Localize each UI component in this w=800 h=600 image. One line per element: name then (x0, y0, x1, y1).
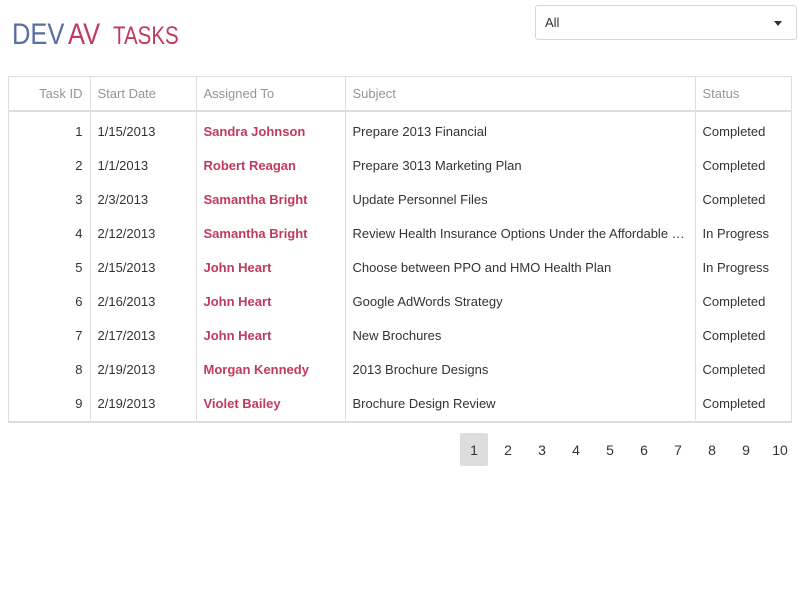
assigned-to-cell: John Heart (196, 318, 346, 352)
assigned-to-cell: Violet Bailey (196, 386, 346, 420)
table-row[interactable]: 3 2/3/2013 Samantha Bright Update Personnel… (9, 182, 791, 216)
column-header-status[interactable]: Status (695, 77, 791, 112)
table-row[interactable]: 2 1/1/2013 Robert Reagan Prepare 3013 Marke… (9, 148, 791, 182)
column-header-task-id[interactable]: Task ID (9, 77, 91, 112)
status-cell: Completed (702, 293, 766, 309)
table-row[interactable]: 5 2/15/2013 John Heart Choose between PPO a… (9, 250, 791, 284)
page-button[interactable]: 7 (664, 433, 692, 466)
page-button[interactable]: 3 (528, 433, 556, 466)
task-id-cell: 3 (9, 182, 91, 216)
start-date-cell: 2/16/2013 (90, 284, 197, 318)
task-id-cell: 5 (9, 250, 91, 284)
subject-cell: Review Health Insurance Options Under th… (345, 216, 696, 250)
column-header-start-date[interactable]: Start Date (90, 77, 197, 112)
task-id-cell: 2 (9, 148, 91, 182)
start-date-cell: 2/12/2013 (90, 216, 197, 250)
status-cell: Completed (702, 395, 766, 411)
task-id-cell: 4 (9, 216, 91, 250)
table-row[interactable]: 1 1/15/2013 Sandra Johnson Prepare 2013 Fin… (9, 111, 791, 148)
subject-cell: Google AdWords Strategy (345, 284, 696, 318)
assigned-to-cell: Samantha Bright (196, 182, 346, 216)
subject-cell: Prepare 3013 Marketing Plan (345, 148, 696, 182)
subject-cell: Update Personnel Files (345, 182, 696, 216)
table-row[interactable]: 6 2/16/2013 John Heart Google AdWords Strat… (9, 284, 791, 318)
start-date-cell: 1/1/2013 (90, 148, 197, 182)
task-id-cell: 7 (9, 318, 91, 352)
start-date-cell: 1/15/2013 (90, 111, 197, 148)
subject-cell: Prepare 2013 Financial (345, 111, 696, 148)
table-row[interactable]: 8 2/19/2013 Morgan Kennedy 2013 Brochure De… (9, 352, 791, 386)
page-button[interactable]: 1 (460, 433, 488, 466)
app-logo: DEV AV TASKS (12, 17, 194, 51)
status-cell: In Progress (702, 225, 769, 241)
status-cell: Completed (702, 123, 766, 139)
start-date-cell: 2/19/2013 (90, 386, 197, 420)
page-button[interactable]: 2 (494, 433, 522, 466)
tasks-table: Task ID Start Date Assigned To Subject S… (9, 77, 791, 420)
page-button[interactable]: 5 (596, 433, 624, 466)
assigned-to-cell: Sandra Johnson (196, 111, 346, 148)
start-date-cell: 2/17/2013 (90, 318, 197, 352)
status-cell: Completed (702, 157, 766, 173)
task-id-cell: 1 (9, 111, 91, 148)
subject-cell: New Brochures (345, 318, 696, 352)
status-filter-select[interactable]: All (535, 5, 797, 40)
pagination: 1 2 3 4 5 6 7 8 9 10 (454, 433, 794, 466)
assigned-to-cell: Samantha Bright (196, 216, 346, 250)
page-button[interactable]: 10 (766, 433, 794, 466)
page-button[interactable]: 9 (732, 433, 760, 466)
status-cell: Completed (702, 191, 766, 207)
header-row: Task ID Start Date Assigned To Subject S… (9, 77, 791, 112)
status-cell: Completed (702, 327, 766, 343)
task-id-cell: 9 (9, 386, 91, 420)
page-button[interactable]: 4 (562, 433, 590, 466)
subject-cell: 2013 Brochure Designs (345, 352, 696, 386)
logo-dev: DEV (12, 18, 65, 51)
assigned-to-cell: Robert Reagan (196, 148, 346, 182)
assigned-to-cell: John Heart (196, 250, 346, 284)
column-header-assigned-to[interactable]: Assigned To (196, 77, 346, 112)
page-button[interactable]: 8 (698, 433, 726, 466)
task-id-cell: 6 (9, 284, 91, 318)
assigned-to-cell: John Heart (196, 284, 346, 318)
status-cell: In Progress (702, 259, 769, 275)
assigned-to-cell: Morgan Kennedy (196, 352, 346, 386)
status-filter-value: All (545, 15, 560, 30)
table-row[interactable]: 7 2/17/2013 John Heart New Brochures Complet… (9, 318, 791, 352)
start-date-cell: 2/19/2013 (90, 352, 197, 386)
subject-cell: Choose between PPO and HMO Health Plan (345, 250, 696, 284)
start-date-cell: 2/3/2013 (90, 182, 197, 216)
chevron-down-icon[interactable] (774, 21, 782, 26)
table-row[interactable]: 9 2/19/2013 Violet Bailey Brochure Design R… (9, 386, 791, 420)
column-header-subject[interactable]: Subject (345, 77, 696, 112)
table-row[interactable]: 4 2/12/2013 Samantha Bright Review Health I… (9, 216, 791, 250)
page-button[interactable]: 6 (630, 433, 658, 466)
task-id-cell: 8 (9, 352, 91, 386)
grid-divider (8, 422, 792, 423)
table-body: 1 1/15/2013 Sandra Johnson Prepare 2013 Fin… (9, 111, 791, 420)
page-title: TASKS (113, 22, 180, 50)
status-cell: Completed (702, 361, 766, 377)
logo-av: AV (67, 18, 100, 51)
subject-cell: Brochure Design Review (345, 386, 696, 420)
tasks-grid: Task ID Start Date Assigned To Subject S… (8, 76, 792, 422)
start-date-cell: 2/15/2013 (90, 250, 197, 284)
